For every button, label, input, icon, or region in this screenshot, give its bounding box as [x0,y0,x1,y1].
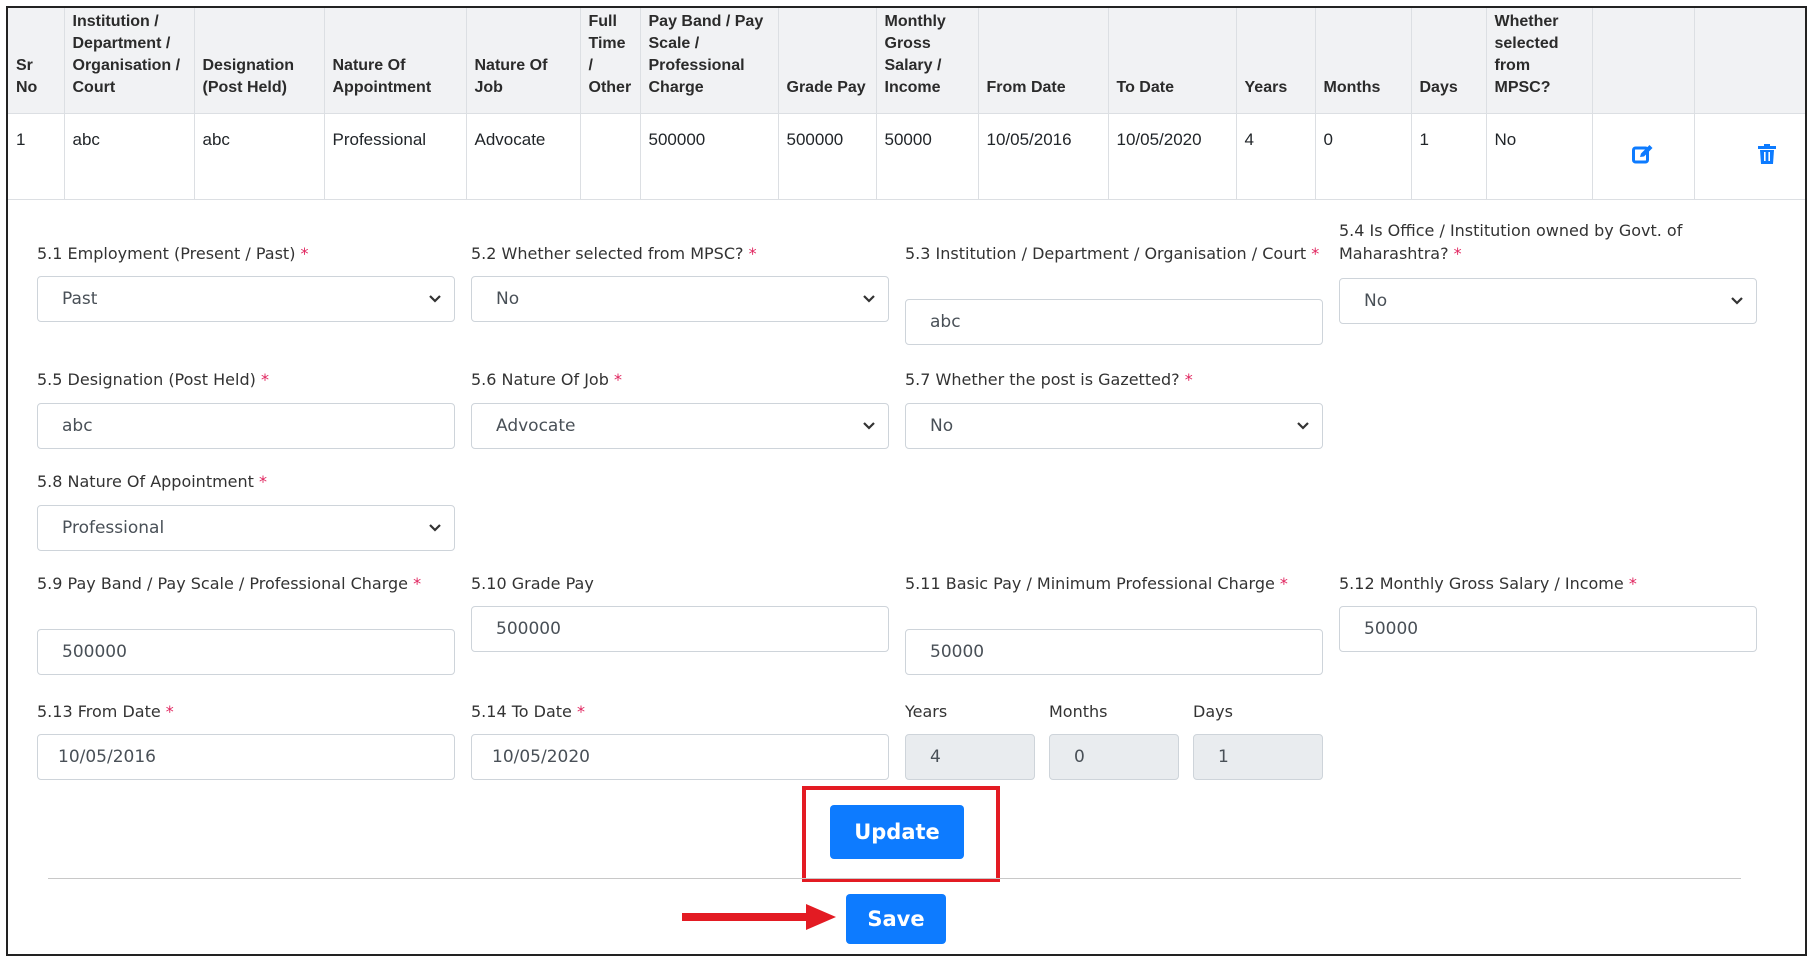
gazetted-select[interactable]: No [905,403,1323,449]
employment-form: 5.1 Employment (Present / Past) * Past 5… [8,8,1805,954]
days-output: 1 [1193,734,1323,780]
label-mpsc: 5.2 Whether selected from MPSC? * [471,244,757,263]
nature-job-select[interactable]: Advocate [471,403,889,449]
institution-input[interactable]: abc [905,299,1323,345]
chevron-down-icon [429,295,441,303]
years-output: 4 [905,734,1035,780]
label-months: Months [1049,702,1108,721]
basic-pay-input[interactable]: 50000 [905,629,1323,675]
label-days: Days [1193,702,1233,721]
form-divider [48,878,1741,879]
update-button[interactable]: Update [830,805,964,859]
chevron-down-icon [863,295,875,303]
label-govt-owned: 5.4 Is Office / Institution owned by Gov… [1339,221,1683,263]
nature-appointment-select[interactable]: Professional [37,505,455,551]
chevron-down-icon [863,422,875,430]
chevron-down-icon [1731,297,1743,305]
grade-pay-input[interactable]: 500000 [471,606,889,652]
from-date-input[interactable]: 10/05/2016 [37,734,455,780]
label-basic-pay: 5.11 Basic Pay / Minimum Professional Ch… [905,574,1288,593]
label-gazetted: 5.7 Whether the post is Gazetted? * [905,370,1193,389]
mpsc-select[interactable]: No [471,276,889,322]
employment-select[interactable]: Past [37,276,455,322]
months-output: 0 [1049,734,1179,780]
label-from-date: 5.13 From Date * [37,702,174,721]
label-pay-band: 5.9 Pay Band / Pay Scale / Professional … [37,574,422,593]
label-nature-job: 5.6 Nature Of Job * [471,370,622,389]
chevron-down-icon [1297,422,1309,430]
label-designation: 5.5 Designation (Post Held) * [37,370,269,389]
arrow-right-icon [682,904,836,930]
chevron-down-icon [429,524,441,532]
designation-input[interactable]: abc [37,403,455,449]
label-monthly-gross: 5.12 Monthly Gross Salary / Income * [1339,574,1637,593]
save-button[interactable]: Save [846,894,946,944]
label-nature-appointment: 5.8 Nature Of Appointment * [37,472,268,491]
label-institution: 5.3 Institution / Department / Organisat… [905,244,1320,263]
label-grade-pay: 5.10 Grade Pay [471,574,594,593]
label-employment: 5.1 Employment (Present / Past) * [37,244,309,263]
pay-band-input[interactable]: 500000 [37,629,455,675]
monthly-gross-input[interactable]: 50000 [1339,606,1757,652]
label-years: Years [905,702,948,721]
page-frame: Sr No Institution / Department / Organis… [6,6,1807,956]
to-date-input[interactable]: 10/05/2020 [471,734,889,780]
govt-owned-select[interactable]: No [1339,278,1757,324]
label-to-date: 5.14 To Date * [471,702,585,721]
